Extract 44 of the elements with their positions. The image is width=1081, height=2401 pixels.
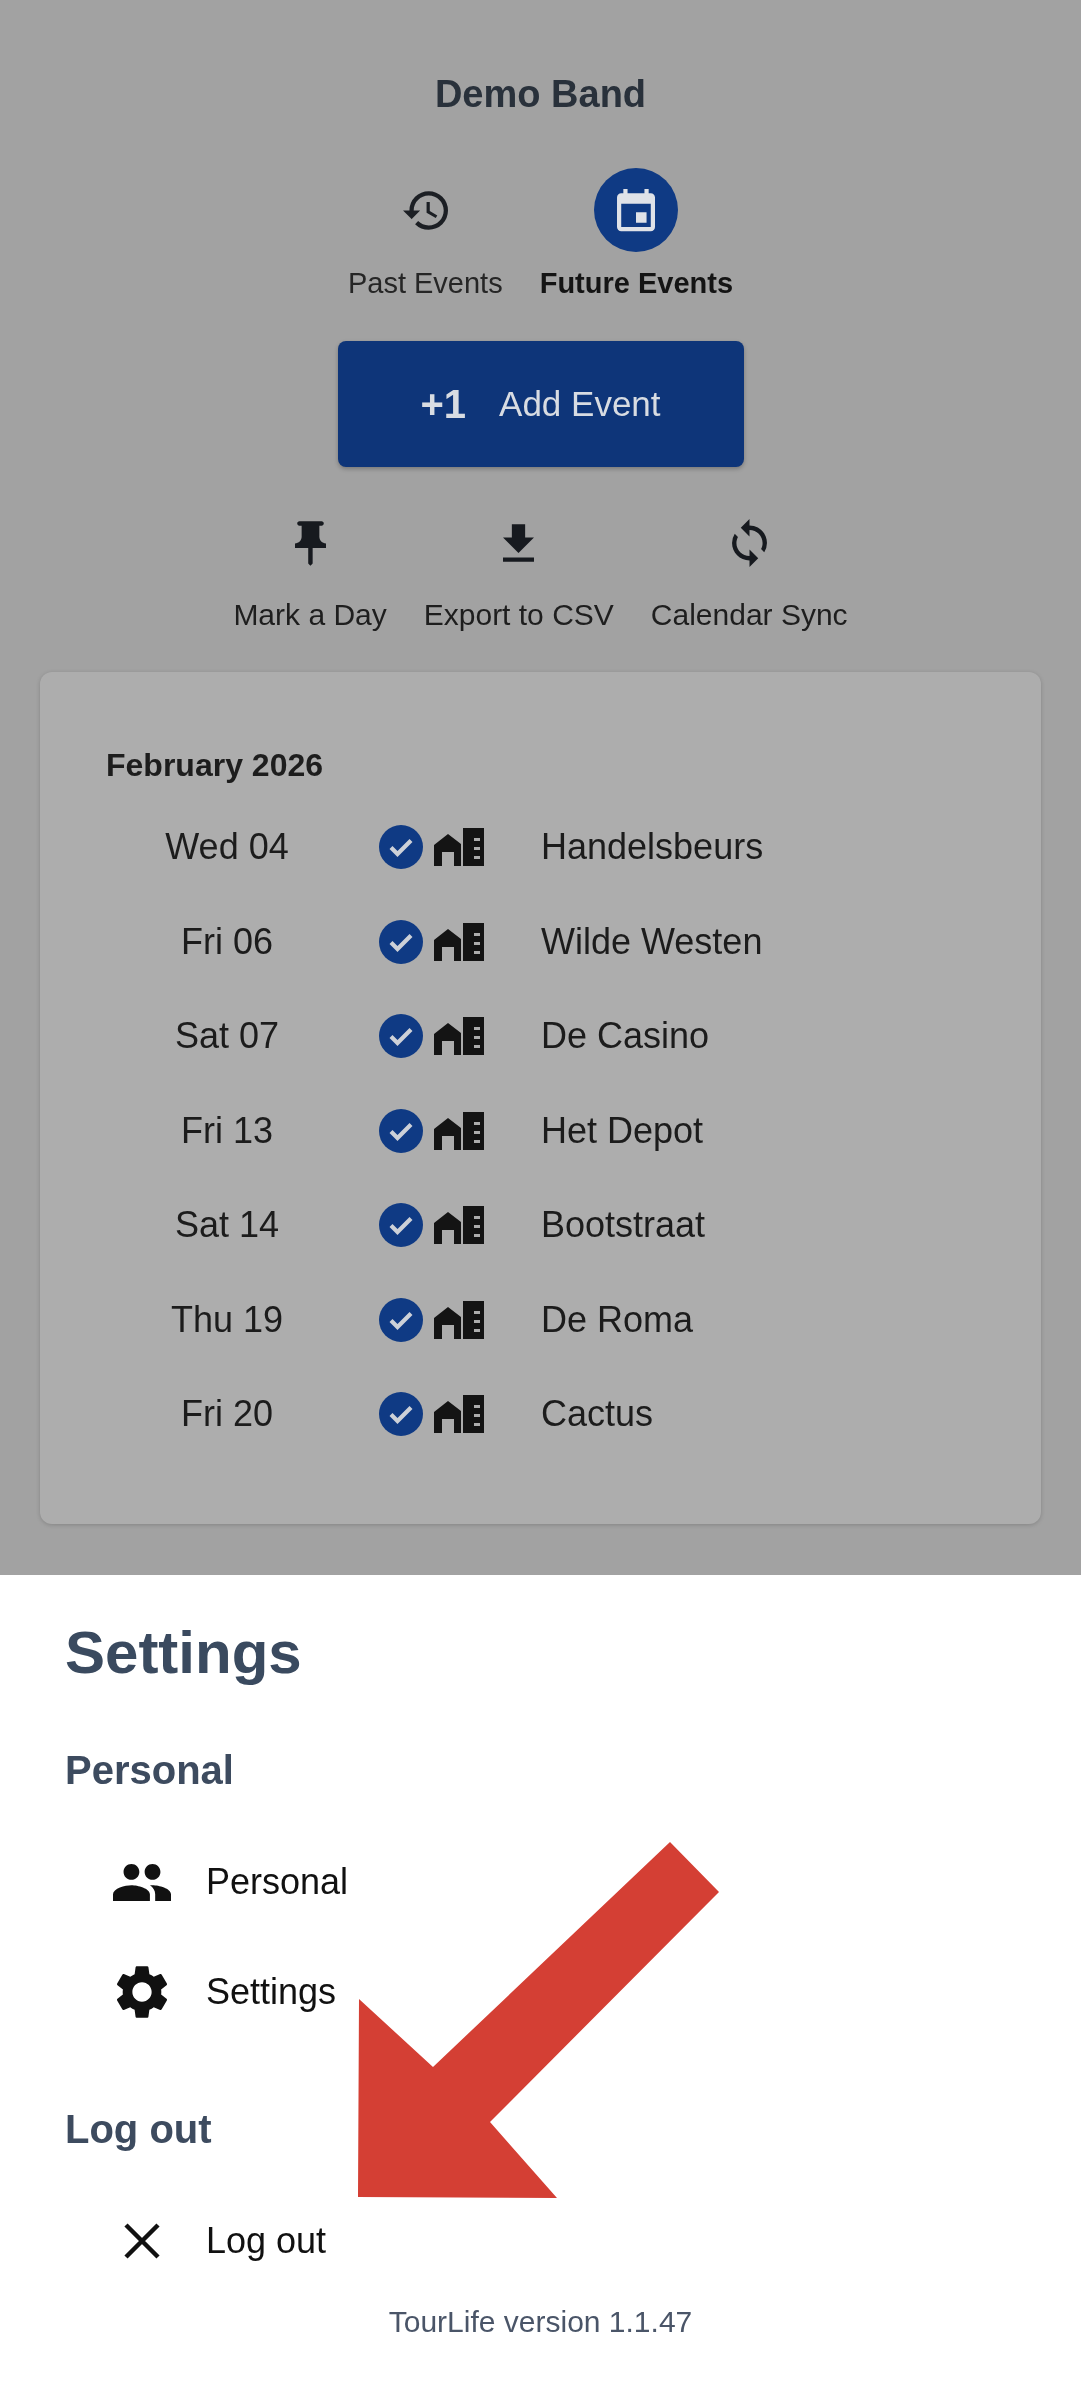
action-button[interactable]: Export to CSV xyxy=(423,519,614,633)
close-icon xyxy=(124,2223,160,2259)
add-event-button[interactable]: +1 Add Event xyxy=(337,341,744,467)
history-icon xyxy=(402,190,448,230)
event-date: Fri 06 xyxy=(181,919,273,964)
event-date: Fri 13 xyxy=(181,1108,273,1153)
event-date: Wed 04 xyxy=(165,825,289,870)
building-icon xyxy=(434,1300,484,1339)
menu-item[interactable]: Settings xyxy=(113,1956,337,2028)
calendar-icon xyxy=(594,168,679,252)
building-icon xyxy=(434,1206,484,1245)
building-icon xyxy=(434,1395,484,1434)
event-date: Sat 07 xyxy=(174,1014,280,1059)
band-name: Demo Band xyxy=(434,72,647,117)
month-heading: February 2026 xyxy=(106,746,323,785)
action-button[interactable]: Calendar Sync xyxy=(650,519,848,633)
menu-item[interactable]: Personal xyxy=(113,1846,349,1918)
sheet-title: Settings xyxy=(65,1618,302,1688)
building-icon xyxy=(434,1111,484,1150)
event-date: Thu 19 xyxy=(170,1297,284,1342)
event-venue: Het Depot xyxy=(541,1108,704,1153)
event-venue: Wilde Westen xyxy=(541,919,763,964)
building-icon xyxy=(434,922,484,961)
tab[interactable]: Past Events xyxy=(347,168,503,301)
event-date: Fri 20 xyxy=(181,1392,273,1437)
event-venue: De Roma xyxy=(541,1297,694,1342)
event-venue: De Casino xyxy=(541,1014,710,1059)
section-heading: Log out xyxy=(65,2106,212,2153)
event-venue: Bootstraat xyxy=(541,1203,706,1248)
pushpin-icon xyxy=(294,520,326,566)
event-venue: Handelsbeurs xyxy=(541,825,764,870)
building-icon xyxy=(434,828,484,867)
sync-icon xyxy=(731,519,767,567)
version-text: TourLife version 1.1.47 xyxy=(388,2305,693,2338)
event-date: Sat 14 xyxy=(174,1203,280,1248)
action-button[interactable]: Mark a Day xyxy=(233,519,387,633)
building-icon xyxy=(434,1017,484,1056)
event-venue: Cactus xyxy=(541,1392,654,1437)
people-icon xyxy=(113,1863,171,1901)
section-heading: Personal xyxy=(65,1747,234,1794)
download-icon xyxy=(503,524,535,562)
tab[interactable]: Future Events xyxy=(539,168,734,301)
menu-item[interactable]: Log out xyxy=(113,2205,327,2277)
gear-icon xyxy=(116,1965,168,2019)
